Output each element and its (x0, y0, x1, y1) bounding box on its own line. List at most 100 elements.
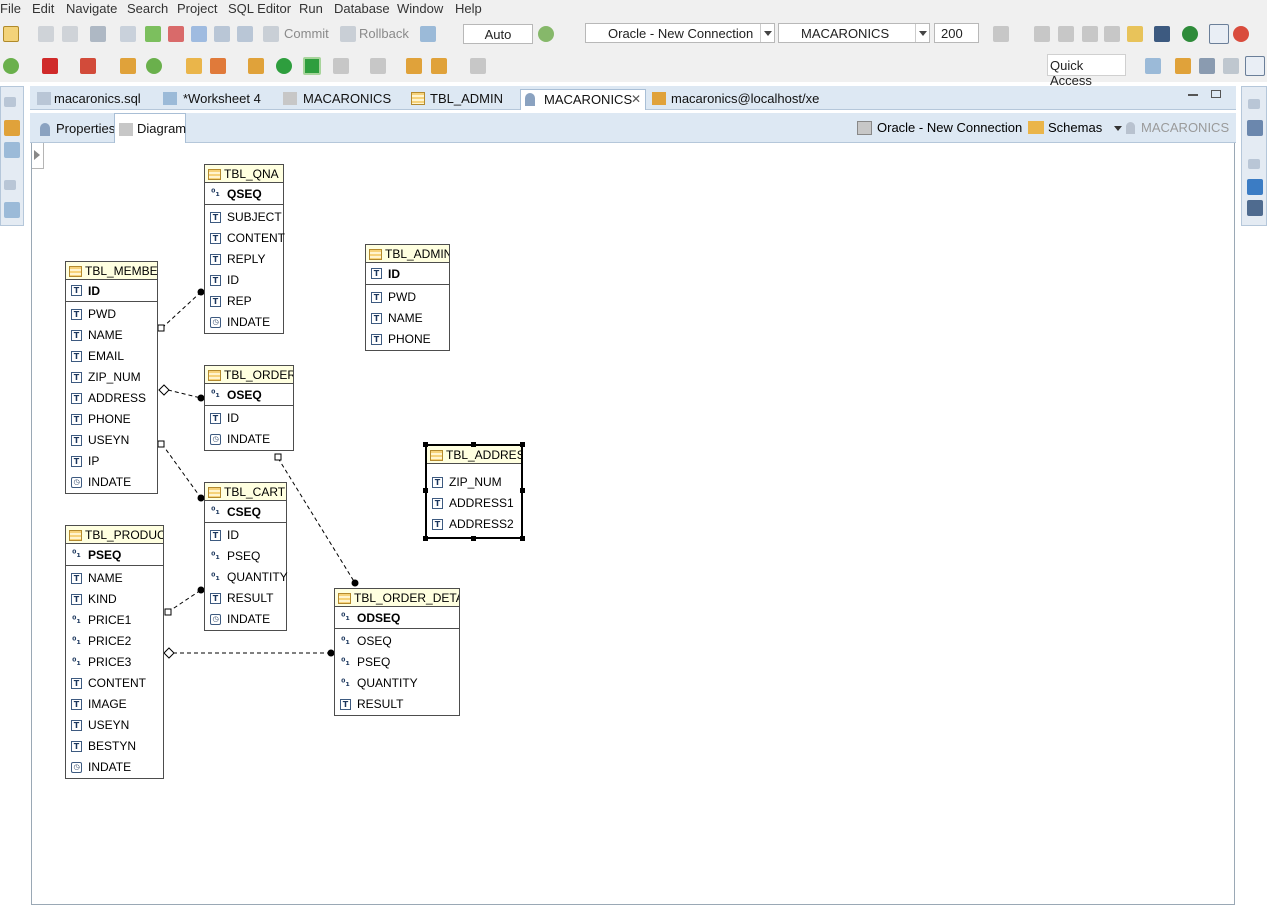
commit-button[interactable]: Commit (284, 26, 329, 41)
clipboard-icon[interactable] (1127, 26, 1143, 42)
navigator-icon[interactable] (1175, 58, 1191, 74)
rollback-icon[interactable] (340, 26, 356, 42)
disconnect-icon[interactable] (42, 58, 58, 74)
database-navigator-icon[interactable] (4, 120, 20, 136)
entity-tbl-orders[interactable]: TBL_ORDERS ⁰₁ OSEQ T ID ◷ INDATE (204, 365, 294, 451)
menu-window[interactable]: Window (397, 1, 443, 16)
connect-database-icon[interactable] (3, 58, 19, 74)
rollback-button[interactable]: Rollback (359, 26, 409, 41)
restore-icon[interactable] (1248, 99, 1260, 109)
explain-plan-icon[interactable] (168, 26, 184, 42)
projects-icon[interactable] (4, 142, 20, 158)
rocket-icon[interactable] (210, 58, 226, 74)
restore-icon[interactable] (4, 180, 16, 190)
tab-worksheet-4[interactable]: *Worksheet 4 (163, 89, 281, 110)
entity-tbl-qna[interactable]: TBL_QNA ⁰₁ QSEQ T SUBJECT T CONTENT T REPLY … (204, 164, 285, 334)
menu-navigate[interactable]: Navigate (66, 1, 117, 16)
history-icon[interactable] (538, 26, 554, 42)
monitor-icon[interactable] (1154, 26, 1170, 42)
menu-run[interactable]: Run (299, 1, 323, 16)
close-icon[interactable]: ✕ (631, 92, 641, 106)
tools-icon[interactable] (993, 26, 1009, 42)
menu-edit[interactable]: Edit (32, 1, 54, 16)
resize-handle[interactable] (520, 442, 525, 447)
menu-project[interactable]: Project (177, 1, 217, 16)
quick-access-input[interactable]: Quick Access (1047, 54, 1126, 88)
connect-icon[interactable] (1182, 26, 1198, 42)
copy-icon[interactable] (1058, 26, 1074, 42)
forward-arrow-icon[interactable] (470, 58, 486, 74)
resize-handle[interactable] (520, 488, 525, 493)
step-icon[interactable] (333, 58, 349, 74)
entity-tbl-product[interactable]: TBL_PRODUCT ⁰₁ PSEQ T NAME T KIND ⁰₁ PRICE1 … (65, 525, 164, 779)
execute-script-icon[interactable] (145, 26, 161, 42)
menu-sql-editor[interactable]: SQL Editor (228, 1, 291, 16)
save-icon[interactable] (38, 26, 54, 42)
entity-tbl-order-detail[interactable]: TBL_ORDER_DETAIL ⁰₁ ODSEQ ⁰₁ OSEQ ⁰₁ PSEQ ⁰… (334, 588, 460, 716)
git-perspective-icon[interactable] (1223, 58, 1239, 74)
transaction-mode-combo[interactable]: Auto (463, 24, 533, 44)
tab-properties[interactable]: Properties (34, 117, 115, 142)
maximize-icon[interactable] (1211, 90, 1221, 98)
refresh-icon[interactable] (146, 58, 162, 74)
commit-icon[interactable] (263, 26, 279, 42)
resize-handle[interactable] (520, 536, 525, 541)
minimize-icon[interactable] (1188, 94, 1198, 96)
back-arrow-icon[interactable] (431, 58, 447, 74)
transaction-mode-icon[interactable] (420, 26, 436, 42)
disk-icon[interactable] (1034, 26, 1050, 42)
resize-handle[interactable] (471, 536, 476, 541)
active-schema-combo[interactable]: MACARONICS (778, 23, 930, 43)
schemas-selector[interactable]: Schemas (1028, 120, 1122, 135)
new-connection-icon[interactable] (3, 26, 19, 42)
entity-tbl-address[interactable]: TBL_ADDRESS T ZIP_NUM T ADDRESS1 T ADDRESS2 (423, 442, 525, 541)
tab-tbl-admin[interactable]: TBL_ADMIN (411, 89, 511, 110)
entity-tbl-cart[interactable]: TBL_CART ⁰₁ CSEQ T ID ⁰₁ PSEQ ⁰₁ QUANTITY TR… (204, 482, 288, 631)
palette-toggle[interactable] (32, 143, 44, 169)
active-perspective-icon[interactable] (1245, 56, 1265, 76)
active-connection-combo[interactable]: Oracle - New Connection (585, 23, 775, 43)
export-icon[interactable] (237, 26, 253, 42)
open-perspective-icon[interactable] (1145, 58, 1161, 74)
chart-icon[interactable] (1247, 179, 1263, 195)
tab-macaronics-schema[interactable]: MACARONICS (283, 89, 405, 110)
menu-database[interactable]: Database (334, 1, 390, 16)
stop-icon[interactable] (303, 57, 321, 75)
previous-edit-icon[interactable] (406, 58, 422, 74)
tab-macaronics-diagram[interactable]: MACARONICS ✕ (520, 89, 646, 110)
menu-file[interactable]: File (0, 1, 21, 16)
run-green-icon[interactable] (276, 58, 292, 74)
tree-icon[interactable] (120, 58, 136, 74)
outline-icon[interactable] (4, 202, 20, 218)
resize-handle[interactable] (471, 442, 476, 447)
execute-statement-icon[interactable] (120, 26, 136, 42)
console-icon[interactable] (1247, 120, 1263, 136)
undo-icon[interactable] (1082, 26, 1098, 42)
open-file-icon[interactable] (214, 26, 230, 42)
sql-format-icon[interactable] (191, 26, 207, 42)
tab-diagram[interactable]: Diagram (114, 113, 186, 143)
entity-tbl-admin[interactable]: TBL_ADMIN T ID T PWD T NAME T PHONE (365, 244, 450, 351)
tab-macaronics-sql[interactable]: macaronics.sql (34, 89, 159, 110)
schema-breadcrumb[interactable]: MACARONICS (1126, 120, 1229, 135)
restore-icon[interactable] (4, 97, 16, 107)
invalidate-icon[interactable] (80, 58, 96, 74)
dbeaver-perspective-icon[interactable] (1233, 26, 1249, 42)
menu-search[interactable]: Search (127, 1, 168, 16)
resize-handle[interactable] (423, 488, 428, 493)
resize-handle[interactable] (423, 536, 428, 541)
server-icon[interactable] (1247, 200, 1263, 216)
database-add-icon[interactable] (90, 26, 106, 42)
folder-icon[interactable] (186, 58, 202, 74)
save-all-icon[interactable] (62, 26, 78, 42)
snippet-icon[interactable] (248, 58, 264, 74)
tab-macaronics-localhost[interactable]: macaronics@localhost/xe (652, 89, 827, 110)
menu-help[interactable]: Help (455, 1, 482, 16)
resize-handle[interactable] (423, 442, 428, 447)
step-out-icon[interactable] (370, 58, 386, 74)
redo-icon[interactable] (1104, 26, 1120, 42)
fetch-size-input[interactable]: 200 (934, 23, 979, 43)
perspective-icon[interactable] (1209, 24, 1229, 44)
database-perspective-icon[interactable] (1199, 58, 1215, 74)
connection-selector[interactable]: Oracle - New Connection (857, 120, 1022, 135)
